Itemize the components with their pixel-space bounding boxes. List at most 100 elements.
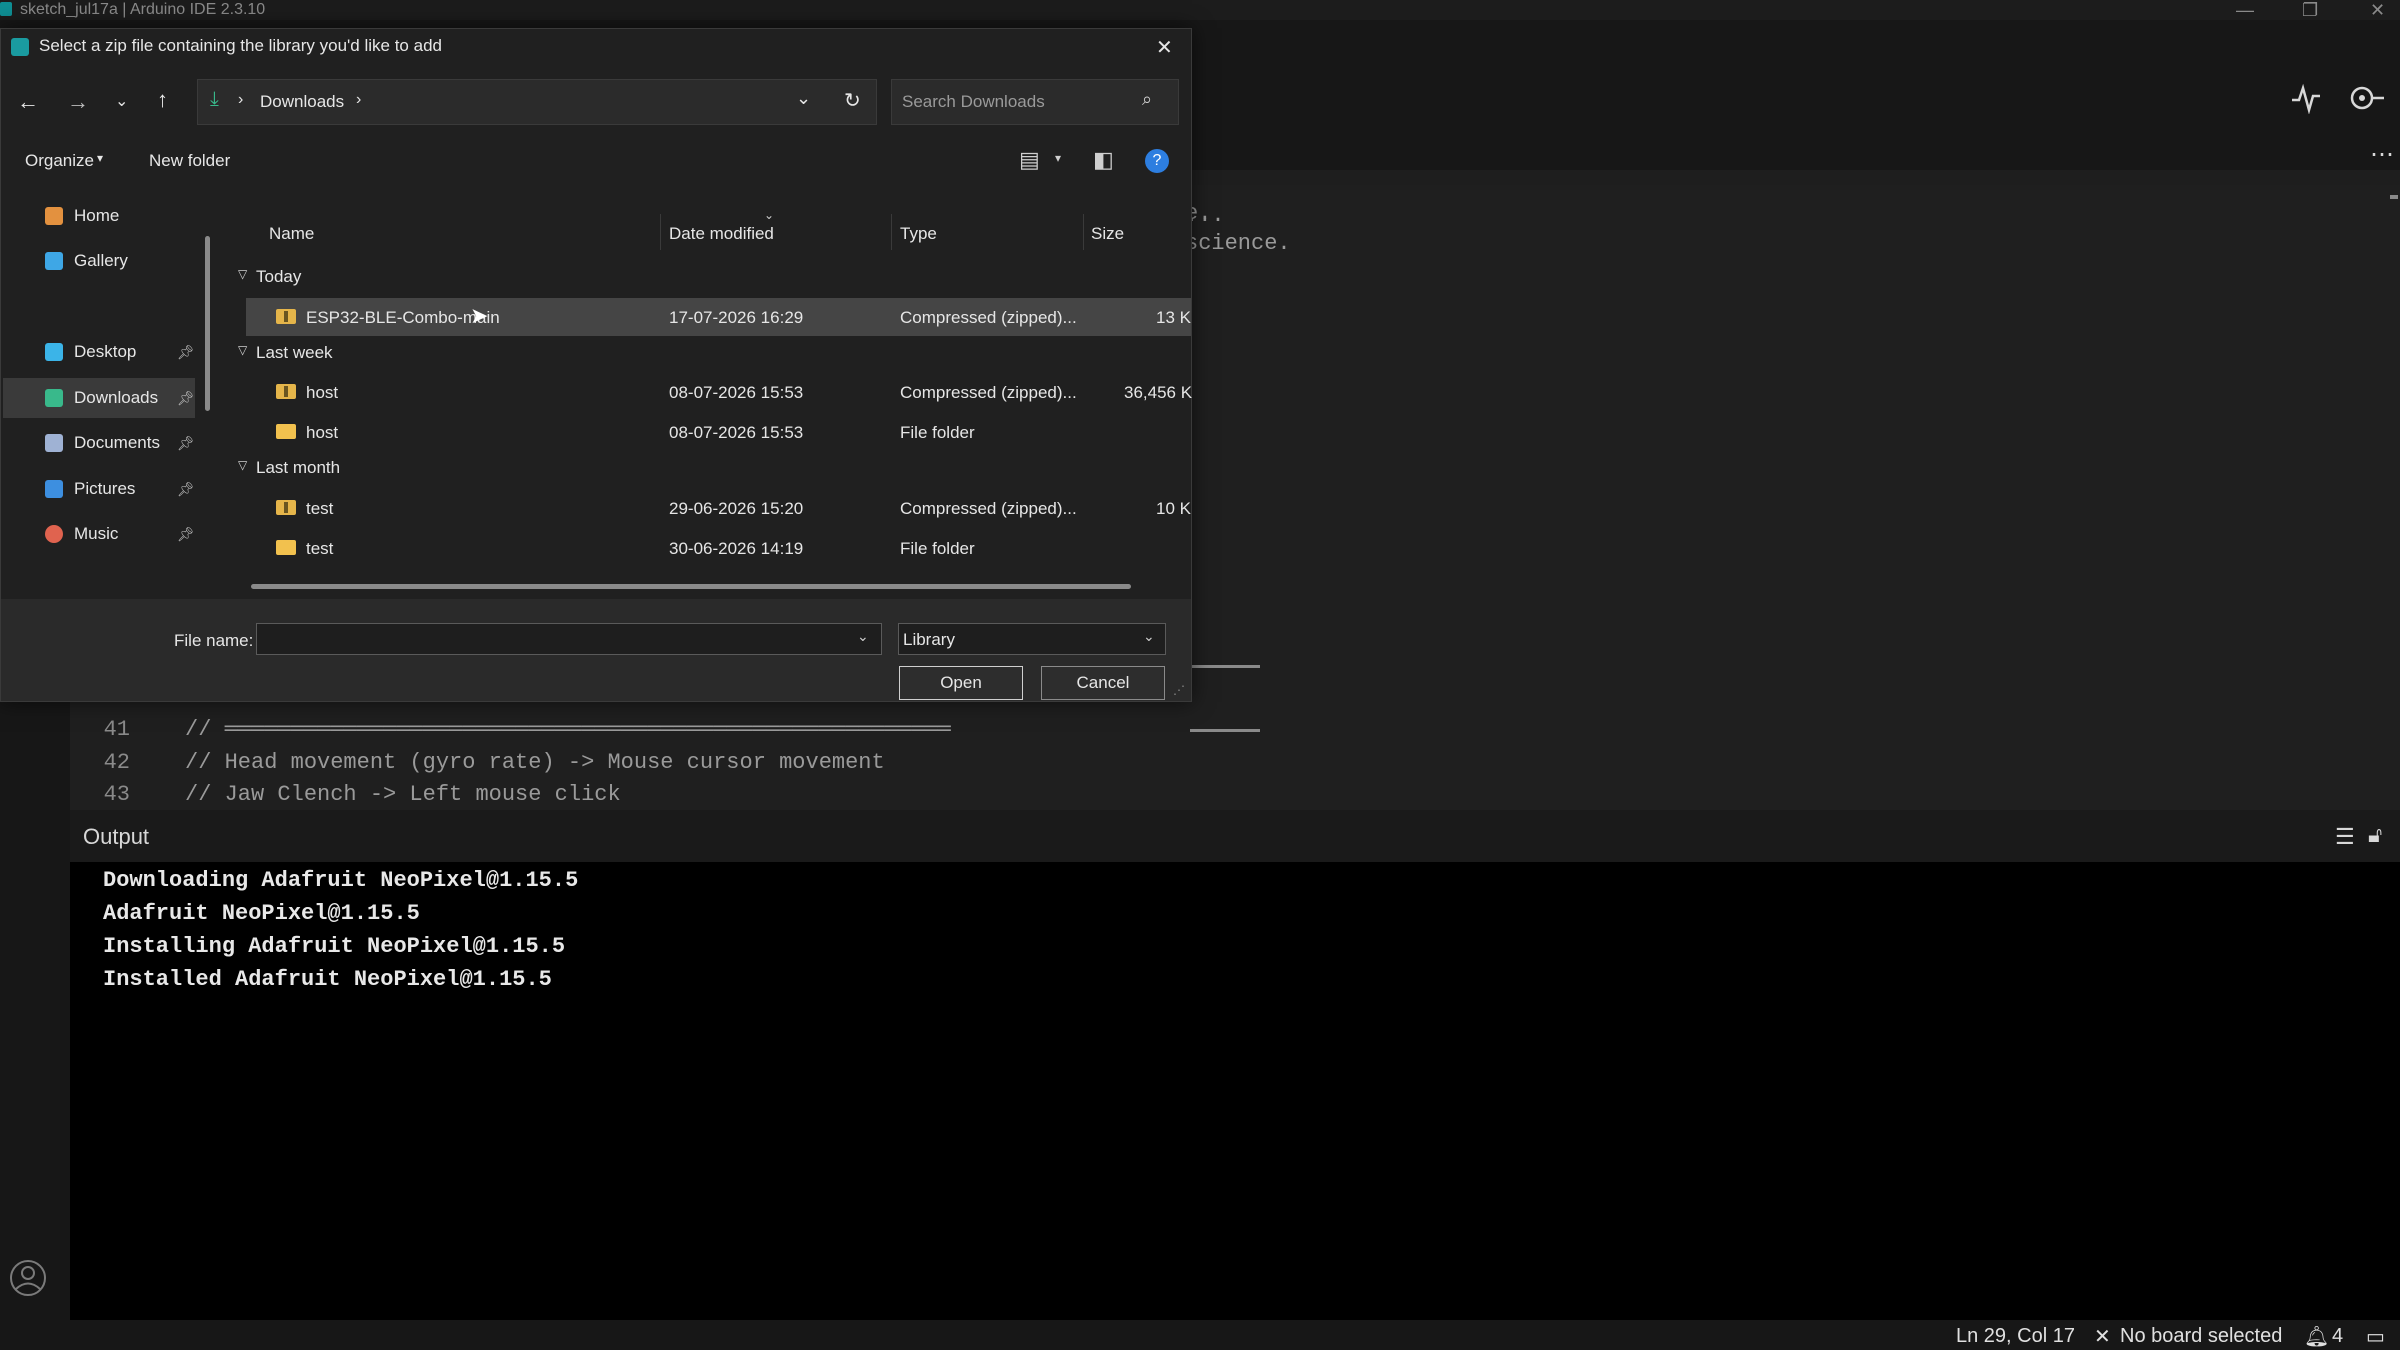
dialog-close-icon[interactable]: ✕ — [1156, 35, 1173, 60]
zip-folder-icon — [276, 309, 296, 324]
nav-item-desktop[interactable]: Desktop 📌︎ — [45, 332, 195, 372]
back-icon[interactable]: ← — [17, 89, 39, 115]
pin-icon: 📌︎ — [177, 344, 195, 360]
close-icon[interactable]: ✕ — [2370, 0, 2385, 20]
help-icon[interactable]: ? — [1145, 149, 1169, 173]
output-console[interactable]: Downloading Adafruit NeoPixel@1.15.5 Ada… — [70, 862, 2400, 1320]
column-header-name[interactable]: Name — [269, 224, 314, 244]
board-status[interactable]: No board selected — [2120, 1325, 2282, 1348]
pin-icon: 📌︎ — [177, 481, 195, 497]
navigation-pane: Home Gallery Desktop 📌︎ Downloads 📌︎ Doc… — [1, 184, 216, 599]
column-divider — [1083, 214, 1084, 250]
file-type-filter[interactable]: Library ⌄ — [898, 623, 1166, 655]
nav-item-label: Music — [74, 524, 119, 543]
search-box[interactable]: Search Downloads ⌕ — [891, 79, 1179, 125]
line-number: 43 — [103, 782, 130, 807]
up-icon[interactable]: ↑ — [157, 87, 168, 113]
group-header-last-month[interactable]: ▽ Last month — [238, 458, 340, 478]
nav-item-pictures[interactable]: Pictures 📌︎ — [45, 469, 195, 509]
file-row[interactable]: host 08-07-2026 15:53 Compressed (zipped… — [246, 373, 1193, 411]
dialog-title-bar: Select a zip file containing the library… — [1, 29, 1191, 65]
file-type: Compressed (zipped)... — [900, 308, 1077, 327]
nav-item-downloads[interactable]: Downloads 📌︎ — [45, 378, 195, 418]
chevron-down-icon[interactable]: ⌄ — [1143, 628, 1155, 645]
recent-locations-icon[interactable]: ⌄ — [115, 91, 128, 111]
open-button[interactable]: Open — [899, 666, 1023, 700]
notification-icon[interactable]: 🔔︎ — [2304, 1324, 2329, 1349]
cancel-button[interactable]: Cancel — [1041, 666, 1165, 700]
column-header-date[interactable]: Date modified — [669, 224, 774, 244]
file-row[interactable]: host 08-07-2026 15:53 File folder — [246, 413, 1191, 451]
minimize-icon[interactable]: — — [2236, 0, 2254, 20]
column-header-type[interactable]: Type — [900, 224, 937, 244]
organize-button[interactable]: Organize — [25, 151, 94, 171]
zip-folder-icon — [276, 384, 296, 399]
file-row[interactable]: test 29-06-2026 15:20 Compressed (zipped… — [246, 489, 1191, 527]
group-label: Today — [256, 267, 302, 286]
output-panel-header: Output ☰ 🔓︎ — [70, 810, 2400, 862]
file-type: File folder — [900, 423, 975, 442]
address-dropdown-icon[interactable]: ⌄ — [796, 88, 811, 109]
preview-pane-icon[interactable]: ◧ — [1093, 147, 1114, 173]
chevron-down-icon[interactable]: ⌄ — [857, 628, 869, 645]
file-name-input[interactable]: ⌄ — [256, 623, 882, 655]
panel-toggle-icon[interactable]: ▭ — [2366, 1324, 2385, 1349]
nav-item-music[interactable]: Music 📌︎ — [45, 514, 195, 554]
chevron-down-icon: ▽ — [238, 458, 248, 472]
file-name: host — [306, 383, 339, 402]
more-icon[interactable]: ⋯ — [2370, 140, 2394, 169]
serial-monitor-icon[interactable] — [2348, 82, 2388, 114]
group-header-last-week[interactable]: ▽ Last week — [238, 343, 333, 363]
nav-item-gallery[interactable]: Gallery — [45, 241, 195, 281]
line-number: 41 — [103, 717, 130, 742]
clear-output-icon[interactable]: ☰ — [2335, 824, 2355, 850]
nav-item-documents[interactable]: Documents 📌︎ — [45, 423, 195, 463]
file-size: 36,456 K — [1124, 383, 1193, 402]
view-options-icon[interactable]: ▤ — [1019, 147, 1040, 173]
nav-item-label: Pictures — [74, 479, 136, 498]
gallery-icon — [45, 252, 63, 270]
line-number: 42 — [103, 750, 130, 775]
filter-value: Library — [903, 630, 955, 649]
group-header-today[interactable]: ▽ Today — [238, 267, 302, 287]
search-icon[interactable]: ⌕ — [1142, 89, 1152, 110]
nav-item-label: Downloads — [74, 388, 159, 407]
file-name-label: File name: — [174, 631, 254, 650]
refresh-icon[interactable]: ↻ — [844, 88, 861, 113]
restore-icon[interactable]: ❐ — [2302, 0, 2318, 20]
nav-scrollbar[interactable] — [205, 236, 210, 411]
group-label: Last week — [256, 343, 333, 362]
file-date: 08-07-2026 15:53 — [669, 383, 804, 402]
output-line: Installed Adafruit NeoPixel@1.15.5 — [103, 967, 552, 992]
scrollbar-thumb[interactable] — [2390, 195, 2398, 199]
file-type: Compressed (zipped)... — [900, 383, 1077, 402]
breadcrumb-separator: › — [238, 91, 244, 108]
zip-folder-icon — [276, 500, 296, 515]
column-divider — [660, 214, 661, 250]
breadcrumb-separator: › — [356, 91, 362, 108]
cursor-position[interactable]: Ln 29, Col 17 — [1956, 1325, 2075, 1348]
output-line: Downloading Adafruit NeoPixel@1.15.5 — [103, 868, 579, 893]
arduino-logo-icon — [0, 2, 12, 16]
nav-item-home[interactable]: Home — [45, 196, 195, 236]
file-row-selected[interactable]: ESP32-BLE-Combo-main 17-07-2026 16:29 Co… — [246, 298, 1191, 336]
address-bar[interactable]: ⤓ › Downloads › ⌄ ↻ — [197, 79, 877, 125]
search-placeholder: Search Downloads — [902, 92, 1045, 111]
organize-dropdown-icon[interactable]: ▾ — [97, 151, 103, 165]
downloads-icon — [45, 389, 63, 407]
forward-icon[interactable]: → — [67, 89, 89, 115]
nav-item-label: Desktop — [74, 342, 137, 361]
code-line: // ═════════════════════════════════════… — [185, 717, 951, 742]
serial-plotter-icon[interactable] — [2290, 82, 2322, 114]
view-dropdown-icon[interactable]: ▾ — [1055, 151, 1061, 165]
breadcrumb-downloads[interactable]: Downloads — [260, 92, 344, 112]
file-row[interactable]: test 30-06-2026 14:19 File folder — [246, 529, 1191, 567]
horizontal-scrollbar[interactable] — [251, 584, 1131, 589]
notification-count: 4 — [2332, 1325, 2344, 1347]
resize-grip-icon[interactable]: ⋰ — [1173, 683, 1185, 697]
new-folder-button[interactable]: New folder — [149, 151, 230, 171]
lock-icon[interactable]: 🔓︎ — [2368, 822, 2382, 848]
account-icon[interactable] — [8, 1258, 48, 1298]
output-line: Adafruit NeoPixel@1.15.5 — [103, 901, 420, 926]
column-header-size[interactable]: Size — [1091, 224, 1124, 244]
